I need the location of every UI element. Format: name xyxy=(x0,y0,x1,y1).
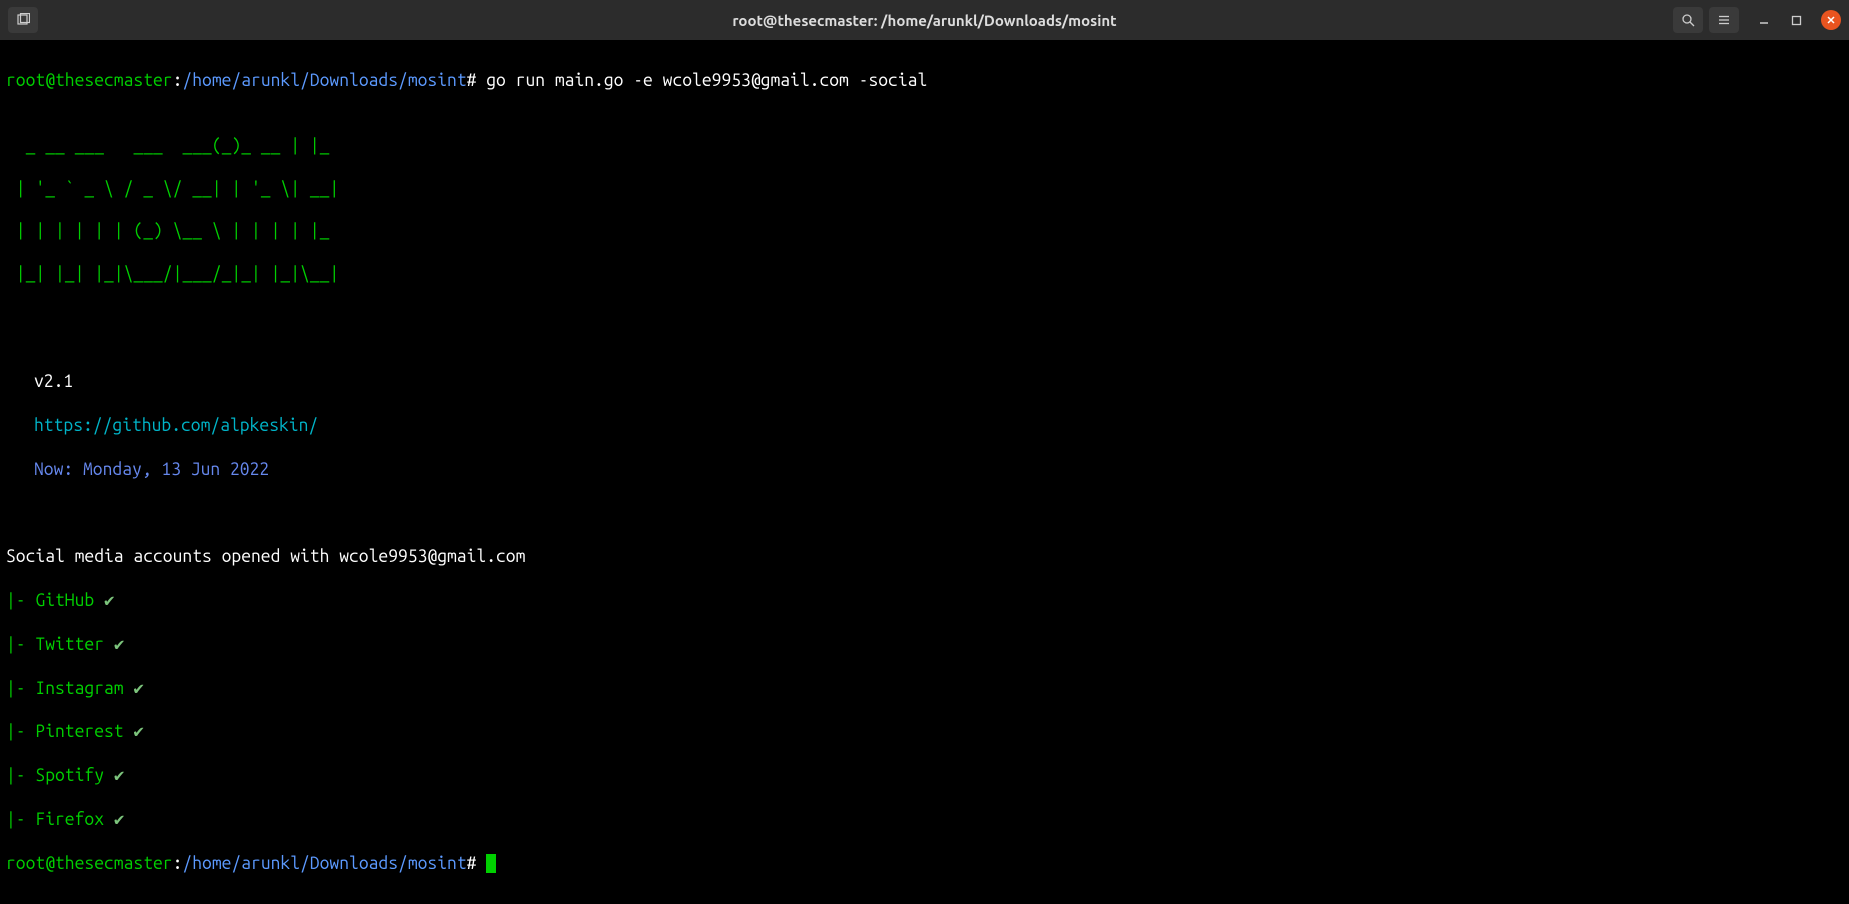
check-icon: ✔ xyxy=(104,635,124,654)
check-icon: ✔ xyxy=(104,766,124,785)
ascii-line-3: | | | | | | (_) \__ \ | | | | |_ xyxy=(6,220,1843,241)
social-prefix: Social media accounts opened with xyxy=(6,547,339,566)
prompt-line-2: root@thesecmaster:/home/arunkl/Downloads… xyxy=(6,853,1843,875)
blank-line-2 xyxy=(6,503,1843,525)
social-item-pinterest: |- Pinterest ✔ xyxy=(6,721,1843,743)
social-name: Firefox xyxy=(35,810,104,829)
prompt-hash: # xyxy=(467,71,477,90)
minimize-icon xyxy=(1758,14,1770,26)
now-line: Now: Monday, 13 Jun 2022 xyxy=(6,459,1843,481)
ascii-line-2: | '_ ` _ \ / _ \/ __| | '_ \| __| xyxy=(6,178,1843,199)
window-title: root@thesecmaster: /home/arunkl/Download… xyxy=(732,12,1116,29)
prompt-colon: : xyxy=(173,71,183,90)
search-icon xyxy=(1681,13,1695,27)
new-tab-icon xyxy=(16,13,30,27)
maximize-icon xyxy=(1791,15,1802,26)
social-name: Spotify xyxy=(35,766,104,785)
prompt-user: root@thesecmaster xyxy=(6,854,173,873)
blank-line xyxy=(6,328,1843,350)
social-name: GitHub xyxy=(35,591,94,610)
close-button[interactable] xyxy=(1821,10,1841,30)
url-line: https://github.com/alpkeskin/ xyxy=(6,415,1843,437)
social-item-firefox: |- Firefox ✔ xyxy=(6,809,1843,831)
command-line: root@thesecmaster:/home/arunkl/Downloads… xyxy=(6,70,1843,92)
prompt-path: /home/arunkl/Downloads/mosint xyxy=(182,71,466,90)
check-icon: ✔ xyxy=(124,722,144,741)
maximize-button[interactable] xyxy=(1789,13,1803,27)
social-name: Twitter xyxy=(35,635,104,654)
social-item-instagram: |- Instagram ✔ xyxy=(6,678,1843,700)
version-line: v2.1 xyxy=(6,371,1843,393)
close-icon xyxy=(1826,15,1836,25)
cursor xyxy=(486,854,496,873)
titlebar-right xyxy=(1673,7,1841,33)
social-item-spotify: |- Spotify ✔ xyxy=(6,765,1843,787)
social-item-twitter: |- Twitter ✔ xyxy=(6,634,1843,656)
minimize-button[interactable] xyxy=(1757,13,1771,27)
social-item-github: |- GitHub ✔ xyxy=(6,590,1843,612)
search-button[interactable] xyxy=(1673,7,1703,33)
check-icon: ✔ xyxy=(124,679,144,698)
ascii-banner: _ __ ___ ___ ___(_)_ __ | |_ | '_ ` _ \ … xyxy=(6,114,1843,306)
check-icon: ✔ xyxy=(104,810,124,829)
repo-url: https://github.com/alpkeskin/ xyxy=(34,416,318,435)
social-email: wcole9953@gmail.com xyxy=(339,547,525,566)
terminal-body[interactable]: root@thesecmaster:/home/arunkl/Downloads… xyxy=(0,40,1849,904)
social-name: Pinterest xyxy=(35,722,123,741)
version-text: v2.1 xyxy=(34,372,73,391)
ascii-line-4: |_| |_| |_|\___/|___/_|_| |_|\__| xyxy=(6,263,1843,284)
prompt-user: root@thesecmaster xyxy=(6,71,173,90)
ascii-line-1: _ __ ___ ___ ___(_)_ __ | |_ xyxy=(6,135,1843,156)
menu-button[interactable] xyxy=(1709,7,1739,33)
social-header-line: Social media accounts opened with wcole9… xyxy=(6,546,1843,568)
new-tab-button[interactable] xyxy=(8,7,38,33)
titlebar: root@thesecmaster: /home/arunkl/Download… xyxy=(0,0,1849,40)
prompt-path: /home/arunkl/Downloads/mosint xyxy=(182,854,466,873)
now-text: Now: Monday, 13 Jun 2022 xyxy=(34,460,269,479)
check-icon: ✔ xyxy=(94,591,114,610)
window-controls xyxy=(1757,10,1841,30)
prompt-hash: # xyxy=(467,854,477,873)
prompt-colon: : xyxy=(173,854,183,873)
social-name: Instagram xyxy=(35,679,123,698)
titlebar-left xyxy=(8,7,38,33)
command-text: go run main.go -e wcole9953@gmail.com -s… xyxy=(486,71,927,90)
hamburger-icon xyxy=(1717,13,1731,27)
